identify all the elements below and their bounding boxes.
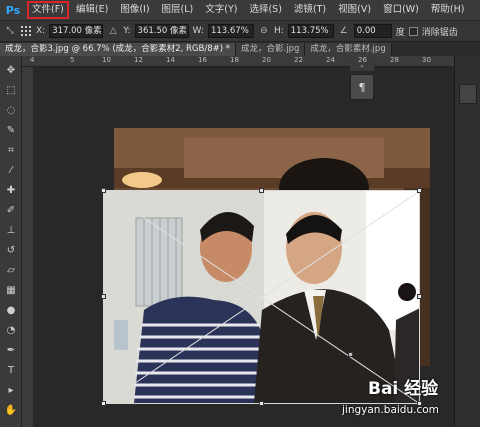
collapsed-panel-header[interactable]: » (350, 62, 374, 71)
transform-center-point[interactable] (348, 352, 353, 357)
transform-handle-top-right[interactable] (417, 188, 422, 193)
transform-handle-top-left[interactable] (101, 188, 106, 193)
transform-handle-middle-right[interactable] (417, 294, 422, 299)
transform-handle-top-center[interactable] (259, 188, 264, 193)
watermark: Bai 经验 jingyan.baidu.com (330, 368, 480, 427)
dock-panel-icon[interactable] (459, 84, 477, 104)
transform-handle-bottom-left[interactable] (101, 401, 106, 406)
transform-handle-middle-left[interactable] (101, 294, 106, 299)
transform-handle-bottom-center[interactable] (259, 401, 264, 406)
transform-bounding-box[interactable] (0, 0, 480, 427)
watermark-url: jingyan.baidu.com (342, 404, 439, 416)
paragraph-panel-icon[interactable]: ¶ (350, 74, 374, 100)
watermark-logo: Bai 经验 (368, 379, 439, 399)
